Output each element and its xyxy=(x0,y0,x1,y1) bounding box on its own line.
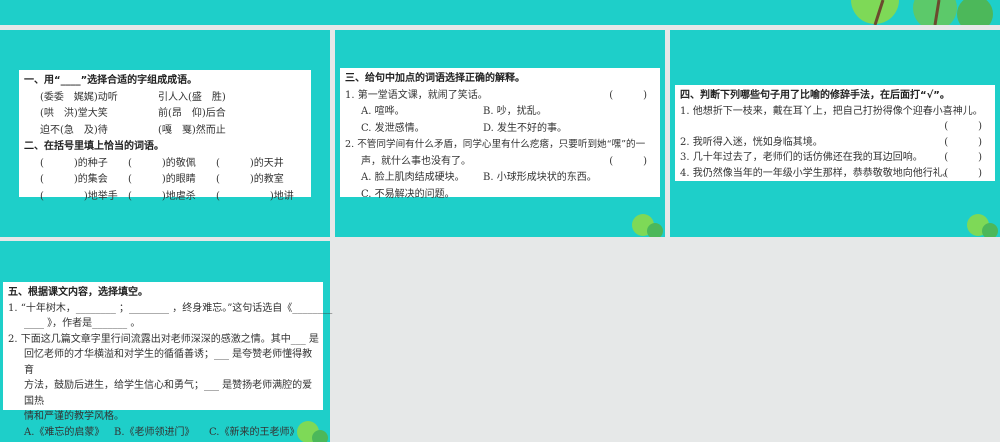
option: A.《难忘的启蒙》 xyxy=(24,426,105,438)
idiom-choice: (委委 娓娓)动听 xyxy=(40,91,118,103)
option: A. 喧哗。 xyxy=(361,106,405,117)
answer-paren: ( ) xyxy=(609,155,647,167)
answer-paren: ( ) xyxy=(944,136,982,148)
section-heading: 一、用“____”选择合适的字组成成语。 xyxy=(24,75,198,86)
question-line: ____ 》，作者是_______ 。 xyxy=(24,318,141,329)
fill-blank: ( )的眼睛 xyxy=(128,174,196,185)
exercise-card-1: 一、用“____”选择合适的字组成成语。 (委委 娓娓)动听 引人入(盛 胜) (… xyxy=(19,70,311,202)
tree-decoration-icon xyxy=(967,214,998,237)
answer-paren: ( ) xyxy=(944,152,982,163)
idiom-choice: 前(昂 仰)后合 xyxy=(158,108,226,119)
idiom-choice: (嘎 戛)然而止 xyxy=(158,124,226,136)
fill-blank: ( )地讲 xyxy=(216,190,294,202)
section-heading: 五、根据课文内容，选择填空。 xyxy=(8,287,148,298)
exercise-card-3: 四、判断下列哪些句子用了比喻的修辞手法，在后面打“√”。 1. 他想折下一枝来，… xyxy=(675,85,995,181)
fill-blank: ( )的敬佩 xyxy=(128,157,196,169)
option: C. 发泄感情。 xyxy=(361,122,425,134)
option: B.《老师领进门》 xyxy=(114,426,195,438)
fill-blank: ( )地虐杀 xyxy=(128,190,196,202)
fill-blank: ( )的种子 xyxy=(40,157,108,169)
tree-decoration-icon xyxy=(632,214,663,237)
option: D. 发生不好的事。 xyxy=(483,122,568,134)
option: B. 吵，扰乱。 xyxy=(483,106,547,117)
option: C.《新来的王老师》 xyxy=(209,426,300,438)
option: C. 不易解决的问题。 xyxy=(361,188,455,200)
section-heading: 四、判断下列哪些句子用了比喻的修辞手法，在后面打“√”。 xyxy=(680,90,950,101)
section-heading: 三、给句中加点的词语选择正确的解释。 xyxy=(345,73,525,84)
question-cont: 声，就什么事也没有了。 xyxy=(361,155,471,167)
exercise-card-4: 五、根据课文内容，选择填空。 1. “十年树木，________ ；______… xyxy=(3,282,333,438)
question-line: 情和严谨的教学风格。 xyxy=(24,411,124,422)
answer-paren: ( ) xyxy=(944,167,982,179)
statement: 1. 他想折下一枝来，戴在耳丫上，把自己打扮得像个迎春小喜神儿。 xyxy=(680,105,983,117)
question-line: 回忆老师的才华横溢和对学生的循循善诱；___ 是夸赞老师懂得教育 xyxy=(24,349,313,376)
tree-decoration-icon xyxy=(851,0,993,25)
answer-paren: ( ) xyxy=(944,121,982,132)
idiom-choice: 引人入(盛 胜) xyxy=(158,91,226,103)
statement: 4. 我仍然像当年的一年级小学生那样，恭恭敬敬地向他行礼。 xyxy=(680,167,953,179)
exercise-card-2: 三、给句中加点的词语选择正确的解释。 1. 第一堂语文课，就闹了笑话。 ( ) A… xyxy=(340,68,660,200)
fill-blank: ( )地举手 xyxy=(40,190,118,202)
option: B. 小球形成块状的东西。 xyxy=(483,172,597,183)
idiom-choice: (哄 洪)堂大笑 xyxy=(40,108,108,119)
question: 2. 不管同学间有什么矛盾，同学心里有什么疙瘩，只要听到她“嘿”的一 xyxy=(345,139,646,150)
fill-blank: ( )的天井 xyxy=(216,157,284,169)
answer-paren: ( ) xyxy=(609,89,647,101)
fill-blank: ( )的集会 xyxy=(40,174,108,185)
question: 1. 第一堂语文课，就闹了笑话。 xyxy=(345,89,488,101)
option: A. 脸上肌肉结成硬块。 xyxy=(361,172,465,183)
question-line: 方法，鼓励后进生，给学生信心和勇气；___ 是赞扬老师满腔的爱国热 xyxy=(24,380,313,407)
statement: 3. 几十年过去了，老师们的话仿佛还在我的耳边回响。 xyxy=(680,152,923,163)
statement: 2. 我听得入迷，恍如身临其境。 xyxy=(680,136,823,148)
idiom-choice: 迫不(急 及)待 xyxy=(40,124,108,136)
question-line: 1. “十年树木，________ ；________ ，终身难忘。”这句话选自… xyxy=(8,302,333,314)
section-heading: 二、在括号里填上恰当的词语。 xyxy=(24,141,164,152)
fill-blank: ( )的教室 xyxy=(216,174,284,185)
question-line: 2. 下面这几篇文章字里行间流露出对老师深深的感激之情。其中___ 是 xyxy=(8,333,319,345)
